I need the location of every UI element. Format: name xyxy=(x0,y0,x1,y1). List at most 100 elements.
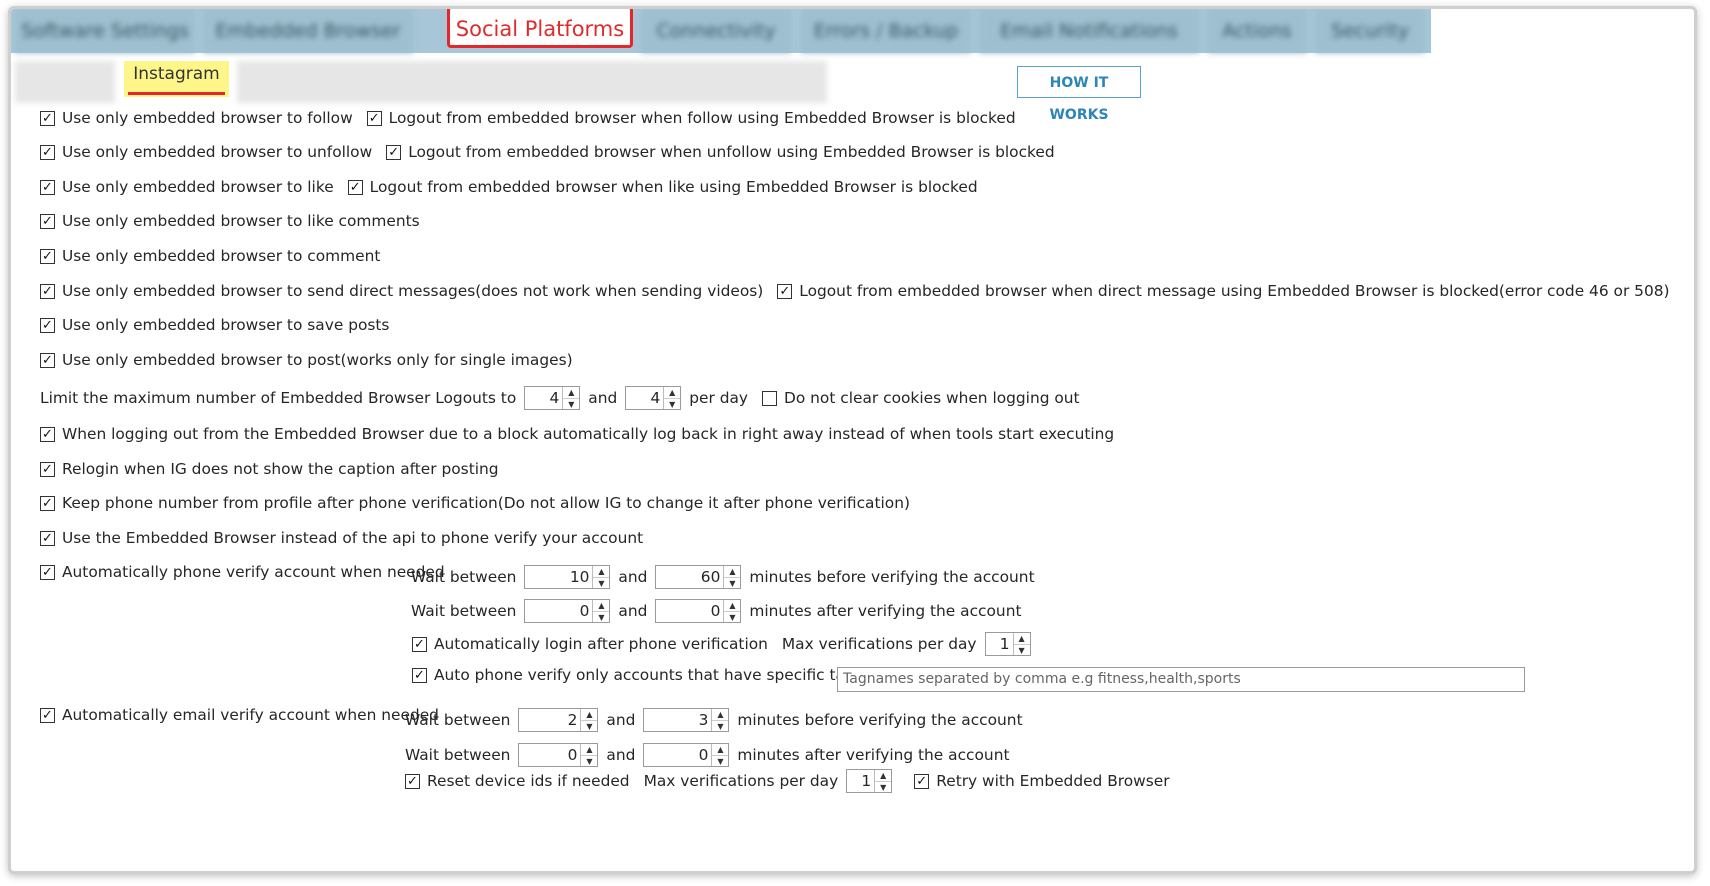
eb-phone-checkbox[interactable]: ✓ xyxy=(40,530,55,546)
up-arrow-icon[interactable]: ▲ xyxy=(724,600,741,612)
email-before-min-stepper[interactable]: 2 ▲ ▼ xyxy=(518,708,599,732)
keep-phone-label: Keep phone number from profile after pho… xyxy=(62,494,910,512)
follow-checkbox[interactable]: ✓ xyxy=(40,110,55,126)
down-arrow-icon[interactable]: ▼ xyxy=(563,399,579,410)
row-unfollow: ✓ Use only embedded browser to unfollow ✓… xyxy=(40,143,1055,161)
post-checkbox[interactable]: ✓ xyxy=(40,352,55,368)
subtab-blurred-group[interactable] xyxy=(237,61,827,103)
retry-eb-label: Retry with Embedded Browser xyxy=(936,772,1170,790)
email-after-max-stepper[interactable]: 0 ▲ ▼ xyxy=(643,743,730,767)
auto-login-checkbox[interactable]: ✓ xyxy=(412,636,427,652)
down-arrow-icon[interactable]: ▼ xyxy=(593,612,609,623)
subtab-instagram[interactable]: Instagram xyxy=(124,61,229,97)
limit-per-day-label: per day xyxy=(689,389,749,407)
post-label: Use only embedded browser to post(works … xyxy=(62,351,573,369)
phone-max-ver-value: 1 xyxy=(999,635,1010,653)
unfollow-logout-label: Logout from embedded browser when unfoll… xyxy=(408,143,1055,161)
like-checkbox[interactable]: ✓ xyxy=(40,179,55,195)
email-after-min-value: 0 xyxy=(567,746,578,764)
auto-phone-label: Automatically phone verify account when … xyxy=(62,563,445,581)
save-checkbox[interactable]: ✓ xyxy=(40,317,55,333)
up-arrow-icon[interactable]: ▲ xyxy=(712,709,729,721)
down-arrow-icon[interactable]: ▼ xyxy=(581,721,597,732)
auto-email-label: Automatically email verify account when … xyxy=(62,706,439,724)
down-arrow-icon[interactable]: ▼ xyxy=(712,721,728,732)
unfollow-checkbox[interactable]: ✓ xyxy=(40,144,55,160)
up-arrow-icon[interactable]: ▲ xyxy=(875,770,892,782)
wait-between-label: Wait between xyxy=(405,711,511,729)
comment-checkbox[interactable]: ✓ xyxy=(40,248,55,264)
dm-logout-checkbox[interactable]: ✓ xyxy=(777,283,793,299)
auto-tag-checkbox[interactable]: ✓ xyxy=(412,667,427,683)
retry-eb-checkbox[interactable]: ✓ xyxy=(914,773,930,789)
auto-email-checkbox[interactable]: ✓ xyxy=(40,707,55,723)
phone-before-min-value: 10 xyxy=(569,568,590,586)
email-max-ver-stepper[interactable]: 1 ▲ ▼ xyxy=(846,769,893,793)
down-arrow-icon[interactable]: ▼ xyxy=(724,578,740,589)
up-arrow-icon[interactable]: ▲ xyxy=(593,566,610,578)
row-phone-after: Wait between 0 ▲ ▼ and 0 ▲ ▼ minutes after v… xyxy=(411,599,1021,623)
tag-names-input[interactable]: Tagnames separated by comma e.g fitness,… xyxy=(837,667,1525,692)
row-eb-phone: ✓ Use the Embedded Browser instead of the… xyxy=(40,529,643,547)
and-label: and xyxy=(606,711,636,729)
limit-max-value: 4 xyxy=(650,389,661,407)
no-clear-cookies-checkbox[interactable] xyxy=(762,390,778,406)
tab-social-platforms[interactable]: Social Platforms xyxy=(447,9,633,48)
auto-phone-checkbox[interactable]: ✓ xyxy=(40,564,55,580)
tab-email-notifications[interactable]: Email Notifications xyxy=(979,9,1199,53)
email-max-ver-value: 1 xyxy=(861,772,872,790)
up-arrow-icon[interactable]: ▲ xyxy=(581,744,598,756)
limit-label: Limit the maximum number of Embedded Bro… xyxy=(40,389,517,407)
tab-errors-backup[interactable]: Errors / Backup xyxy=(801,9,971,53)
tab-security[interactable]: Security xyxy=(1315,9,1425,53)
phone-after-max-stepper[interactable]: 0 ▲ ▼ xyxy=(655,599,742,623)
wait-between-label: Wait between xyxy=(405,746,511,764)
auto-login-label: Automatically login after phone verifica… xyxy=(434,635,768,653)
tab-embedded-browser[interactable]: Embedded Browser xyxy=(203,9,413,53)
like-comments-checkbox[interactable]: ✓ xyxy=(40,213,55,229)
up-arrow-icon[interactable]: ▲ xyxy=(724,566,741,578)
up-arrow-icon[interactable]: ▲ xyxy=(563,387,580,399)
up-arrow-icon[interactable]: ▲ xyxy=(593,600,610,612)
down-arrow-icon[interactable]: ▼ xyxy=(1014,645,1030,656)
keep-phone-checkbox[interactable]: ✓ xyxy=(40,495,55,511)
dm-checkbox[interactable]: ✓ xyxy=(40,283,55,299)
limit-max-stepper[interactable]: 4 ▲ ▼ xyxy=(625,386,682,410)
reset-ids-checkbox[interactable]: ✓ xyxy=(405,773,420,789)
subtab-instagram-label: Instagram xyxy=(133,64,220,84)
tab-connectivity[interactable]: Connectivity xyxy=(641,9,791,53)
limit-min-stepper[interactable]: 4 ▲ ▼ xyxy=(524,386,581,410)
how-it-works-button[interactable]: HOW IT WORKS xyxy=(1017,66,1141,123)
relog-checkbox[interactable]: ✓ xyxy=(40,426,55,442)
email-before-max-stepper[interactable]: 3 ▲ ▼ xyxy=(643,708,730,732)
and-label: and xyxy=(618,602,648,620)
phone-before-max-stepper[interactable]: 60 ▲ ▼ xyxy=(655,565,742,589)
like-logout-label: Logout from embedded browser when like u… xyxy=(369,178,978,196)
subtab-blurred[interactable] xyxy=(15,61,115,103)
phone-after-min-stepper[interactable]: 0 ▲ ▼ xyxy=(524,599,611,623)
email-after-min-stepper[interactable]: 0 ▲ ▼ xyxy=(518,743,599,767)
no-clear-cookies-label: Do not clear cookies when logging out xyxy=(784,389,1080,407)
like-logout-checkbox[interactable]: ✓ xyxy=(347,179,363,195)
row-auto-email: ✓ Automatically email verify account when… xyxy=(40,706,439,724)
up-arrow-icon[interactable]: ▲ xyxy=(581,709,598,721)
tab-software-settings[interactable]: Software Settings xyxy=(15,9,195,53)
down-arrow-icon[interactable]: ▼ xyxy=(724,612,740,623)
phone-max-ver-stepper[interactable]: 1 ▲ ▼ xyxy=(984,632,1031,656)
down-arrow-icon[interactable]: ▼ xyxy=(712,756,728,767)
follow-logout-checkbox[interactable]: ✓ xyxy=(366,110,382,126)
down-arrow-icon[interactable]: ▼ xyxy=(875,782,891,793)
up-arrow-icon[interactable]: ▲ xyxy=(712,744,729,756)
up-arrow-icon[interactable]: ▲ xyxy=(664,387,681,399)
up-arrow-icon[interactable]: ▲ xyxy=(1013,633,1030,645)
phone-before-min-stepper[interactable]: 10 ▲ ▼ xyxy=(524,565,611,589)
down-arrow-icon[interactable]: ▼ xyxy=(664,399,680,410)
tab-actions[interactable]: Actions xyxy=(1207,9,1307,53)
down-arrow-icon[interactable]: ▼ xyxy=(581,756,597,767)
subtab-underline xyxy=(128,92,225,95)
row-auto-phone: ✓ Automatically phone verify account when… xyxy=(40,563,445,581)
down-arrow-icon[interactable]: ▼ xyxy=(593,578,609,589)
email-before-min-value: 2 xyxy=(567,711,578,729)
relogin-caption-checkbox[interactable]: ✓ xyxy=(40,461,55,477)
unfollow-logout-checkbox[interactable]: ✓ xyxy=(386,144,402,160)
